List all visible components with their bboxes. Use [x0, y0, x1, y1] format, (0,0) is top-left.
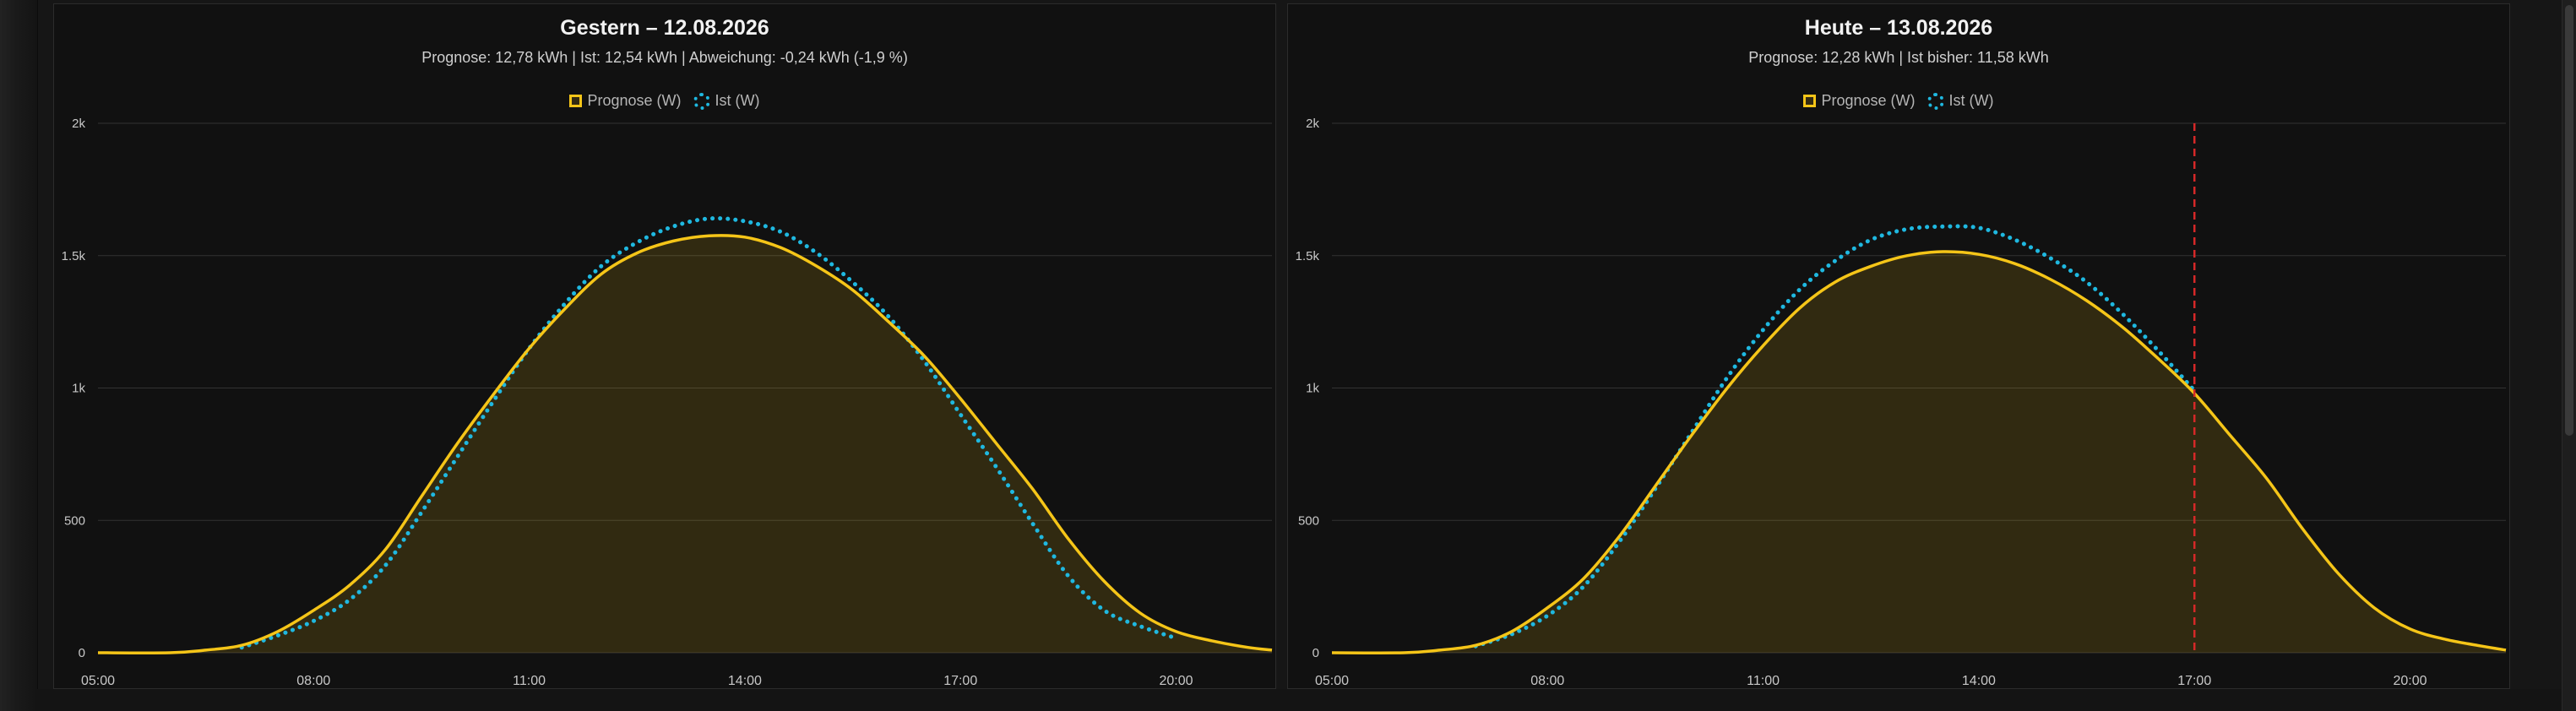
legend-forecast-swatch — [569, 95, 583, 107]
forecast-area — [1332, 251, 2506, 654]
legend-item-forecast[interactable]: Prognose (W) — [1803, 92, 1916, 110]
x-tick-label: 11:00 — [513, 674, 546, 688]
legend-forecast-swatch — [1803, 95, 1817, 107]
legend-item-actual[interactable]: Ist (W) — [1927, 92, 1994, 110]
y-tick-label: 2k — [1306, 117, 1319, 131]
y-tick-label: 500 — [64, 513, 85, 528]
y-tick-label: 0 — [1312, 646, 1319, 660]
x-tick-label: 20:00 — [2394, 674, 2427, 688]
chart-subtitle: Prognose: 12,78 kWh | Ist: 12,54 kWh | A… — [421, 49, 908, 66]
legend-item-actual[interactable]: Ist (W) — [693, 92, 760, 110]
x-tick-label: 05:00 — [81, 674, 115, 688]
x-tick-label: 08:00 — [1530, 674, 1564, 688]
y-tick-label: 1k — [1306, 382, 1319, 396]
y-tick-label: 0 — [79, 646, 85, 660]
legend-forecast-label: Prognose (W) — [1821, 92, 1916, 109]
y-tick-label: 1.5k — [62, 249, 86, 263]
x-tick-label: 17:00 — [2177, 674, 2211, 688]
y-tick-label: 500 — [1298, 513, 1319, 528]
vertical-scrollbar[interactable] — [2562, 0, 2576, 711]
chart-legend: Prognose (W) Ist (W) — [1288, 92, 2509, 110]
x-tick-label: 17:00 — [943, 674, 977, 688]
x-tick-label: 08:00 — [296, 674, 330, 688]
legend-actual-label: Ist (W) — [1948, 92, 1994, 109]
chart-title: Heute – 13.08.2026 — [1804, 16, 1993, 40]
x-tick-label: 20:00 — [1160, 674, 1193, 688]
y-tick-label: 1k — [72, 382, 85, 396]
forecast-area — [98, 235, 1272, 654]
legend-forecast-label: Prognose (W) — [587, 92, 682, 109]
x-tick-label: 05:00 — [1315, 674, 1349, 688]
page-left-gutter — [0, 0, 38, 711]
legend-actual-label: Ist (W) — [715, 92, 760, 109]
y-tick-label: 1.5k — [1296, 249, 1320, 263]
chart-title: Gestern – 12.08.2026 — [560, 16, 769, 40]
page-bottom-area — [37, 689, 2562, 711]
chart-panel-today: 0 500 1k 1.5k 2k 05:00 08:00 11:00 14:00 17:00 20:… — [1287, 3, 2510, 689]
legend-item-forecast[interactable]: Prognose (W) — [569, 92, 682, 110]
legend-actual-swatch — [693, 92, 710, 110]
x-tick-label: 11:00 — [1747, 674, 1780, 688]
chart-legend: Prognose (W) Ist (W) — [54, 92, 1275, 110]
chart-panel-yesterday: 0 500 1k 1.5k 2k 05:00 08:00 11:00 14:00 17:00 20:… — [53, 3, 1276, 689]
chart-subtitle: Prognose: 12,28 kWh | Ist bisher: 11,58 … — [1748, 49, 2049, 66]
x-tick-label: 14:00 — [728, 674, 762, 688]
y-tick-label: 2k — [72, 117, 85, 131]
scrollbar-thumb[interactable] — [2565, 5, 2573, 436]
legend-actual-swatch — [1927, 92, 1944, 110]
x-tick-label: 14:00 — [1962, 674, 1996, 688]
